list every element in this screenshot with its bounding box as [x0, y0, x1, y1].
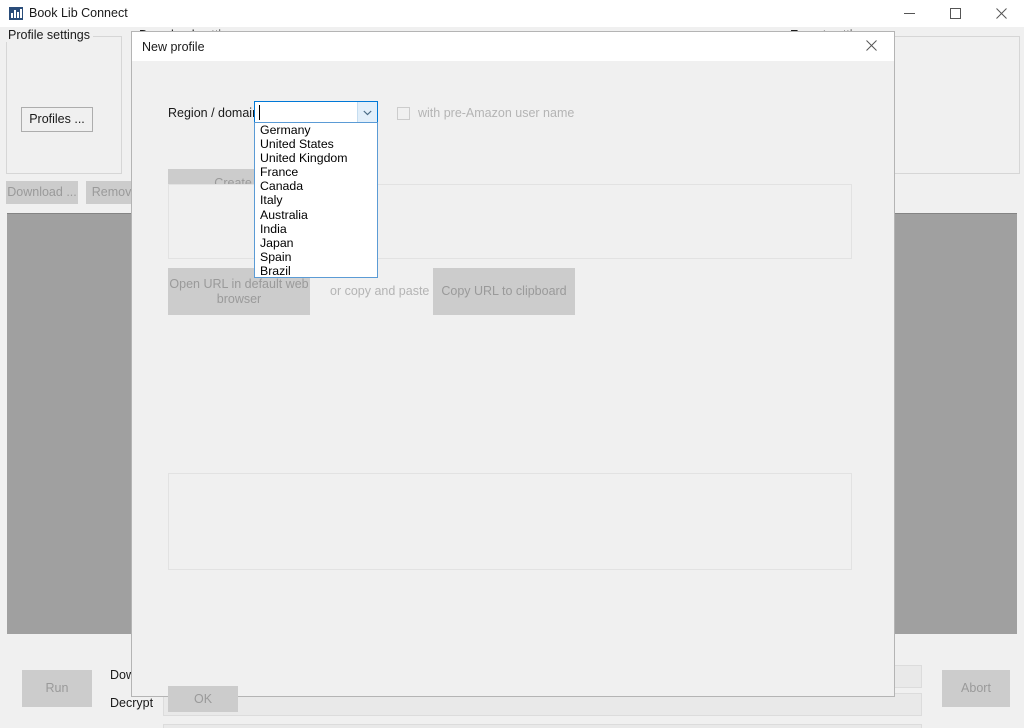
window-titlebar: Book Lib Connect	[0, 0, 1024, 28]
dialog-body: Region / domain Germany United States Unit…	[132, 61, 894, 712]
decrypt-progress-label: Decrypt	[110, 696, 154, 710]
export-progress-bar	[163, 724, 922, 728]
profile-settings-group	[6, 36, 122, 174]
region-domain-dropdown-list[interactable]: Germany United States United Kingdom France…	[254, 122, 378, 278]
close-icon	[995, 8, 1007, 19]
run-button[interactable]: Run	[22, 670, 92, 707]
dropdown-option[interactable]: United States	[255, 137, 377, 151]
profile-settings-label: Profile settings	[5, 28, 93, 42]
dropdown-option[interactable]: Spain	[255, 250, 377, 264]
dialog-title: New profile	[142, 40, 205, 54]
minimize-button[interactable]	[886, 0, 932, 27]
new-profile-dialog: New profile Region / domain Germany Unit…	[131, 31, 895, 712]
dropdown-option[interactable]: Italy	[255, 193, 377, 207]
pre-amazon-username-checkbox-row[interactable]: with pre-Amazon user name	[397, 105, 574, 121]
dialog-titlebar: New profile	[132, 32, 894, 61]
application-window: Book Lib Connect Profile settings Profil…	[0, 0, 1024, 728]
close-button[interactable]	[978, 0, 1024, 27]
app-chart-icon	[9, 7, 23, 20]
pre-amazon-username-checkbox[interactable]	[397, 106, 410, 120]
dropdown-option[interactable]: India	[255, 222, 377, 236]
url-input-panel[interactable]	[168, 473, 852, 570]
pre-amazon-username-label: with pre-Amazon user name	[418, 106, 575, 120]
region-domain-label: Region / domain	[168, 106, 260, 120]
dropdown-option[interactable]: France	[255, 165, 377, 179]
chevron-down-icon	[363, 103, 372, 121]
ok-button[interactable]: OK	[168, 686, 238, 712]
copy-paste-hint: or copy and paste	[330, 284, 430, 298]
dialog-close-button[interactable]	[848, 32, 894, 61]
dropdown-option[interactable]: Brazil	[255, 264, 377, 277]
region-domain-combobox[interactable]	[254, 101, 378, 123]
dropdown-option[interactable]: Canada	[255, 179, 377, 193]
dropdown-option[interactable]: United Kingdom	[255, 151, 377, 165]
dropdown-option[interactable]: Germany	[255, 123, 377, 137]
minimize-icon	[903, 8, 915, 19]
maximize-button[interactable]	[932, 0, 978, 27]
dropdown-option[interactable]: Australia	[255, 208, 377, 222]
copy-url-button[interactable]: Copy URL to clipboard	[433, 268, 575, 315]
close-icon	[865, 38, 877, 56]
window-title: Book Lib Connect	[29, 6, 128, 20]
profiles-button[interactable]: Profiles ...	[21, 107, 93, 132]
combobox-dropdown-button[interactable]	[357, 102, 377, 122]
text-caret	[259, 105, 260, 120]
maximize-icon	[949, 8, 961, 19]
abort-button[interactable]: Abort	[942, 670, 1010, 707]
dropdown-option[interactable]: Japan	[255, 236, 377, 250]
download-button[interactable]: Download ...	[6, 181, 78, 204]
